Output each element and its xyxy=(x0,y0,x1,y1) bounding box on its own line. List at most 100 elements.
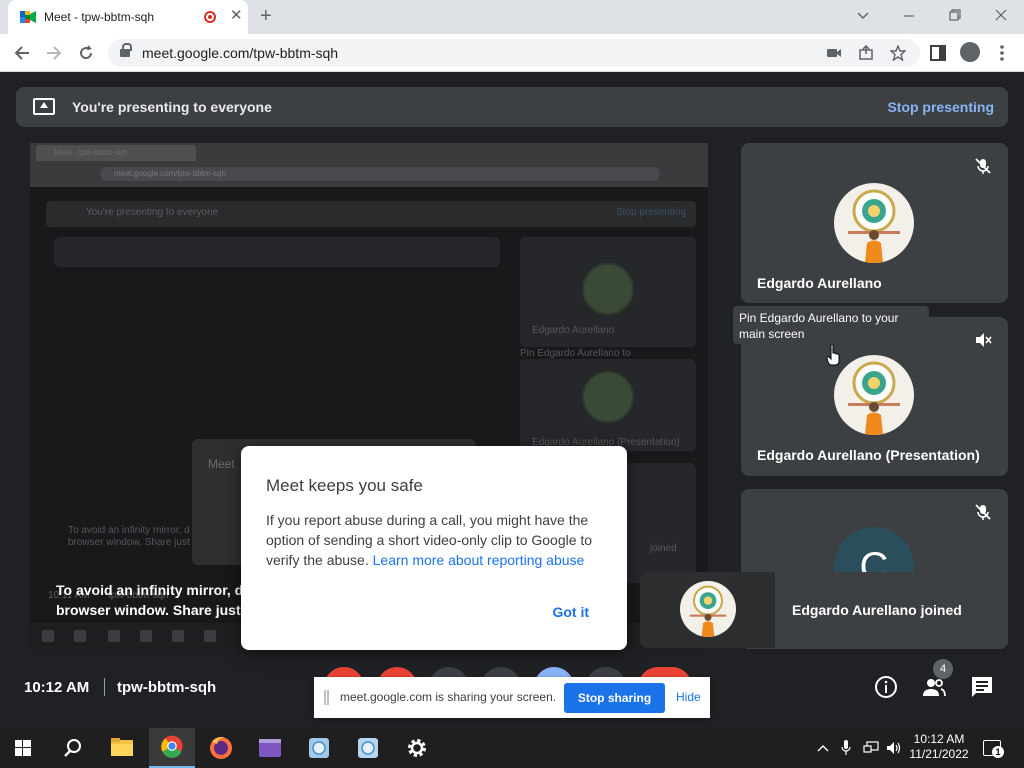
hide-sharing-bar-button[interactable]: Hide xyxy=(676,690,701,704)
participant-avatar xyxy=(834,183,914,263)
toast-avatar xyxy=(680,581,736,637)
volume-off-icon xyxy=(976,333,992,347)
file-explorer-icon[interactable] xyxy=(99,728,145,768)
system-clock[interactable]: 10:12 AM 11/21/2022 xyxy=(906,732,972,762)
mirror-main-area xyxy=(54,237,500,267)
url-text: meet.google.com/tpw-bbtm-sqh xyxy=(142,45,339,61)
mirror-tab-title: Meet - tpw-bbtm-sqh xyxy=(54,148,128,157)
infinity-mirror-warning: To avoid an infinity mirror, d browser w… xyxy=(56,580,243,620)
chat-icon[interactable] xyxy=(970,675,994,699)
video-editor-icon[interactable] xyxy=(247,728,293,768)
participant-name: Edgardo Aurellano xyxy=(757,275,882,291)
drag-handle-icon[interactable] xyxy=(324,690,329,705)
browser-tab-meet[interactable]: Meet - tpw-bbtm-sqh ✕ xyxy=(8,0,248,34)
microphone-icon[interactable] xyxy=(841,740,851,756)
more-vert-icon[interactable] xyxy=(999,44,1005,62)
side-panel-icon[interactable] xyxy=(930,45,946,61)
browser-tab-title: Meet - tpw-bbtm-sqh xyxy=(44,10,155,24)
windows-taskbar: 10:12 AM 11/21/2022 1 xyxy=(0,728,1024,768)
profile-avatar-icon[interactable] xyxy=(960,42,980,62)
mirror-banner-text: You're presenting to everyone xyxy=(86,207,219,218)
divider xyxy=(104,678,105,696)
restore-icon[interactable] xyxy=(948,8,962,22)
browser-toolbar: meet.google.com/tpw-bbtm-sqh xyxy=(0,34,1024,72)
share-icon[interactable] xyxy=(858,45,874,61)
browser-tab-strip: Meet - tpw-bbtm-sqh ✕ + xyxy=(0,0,1024,34)
google-meet-icon xyxy=(20,11,36,23)
infinity-mirror-warning-line1: To avoid an infinity mirror, d xyxy=(56,582,244,598)
bookmark-star-icon[interactable] xyxy=(890,45,906,61)
network-icon[interactable] xyxy=(863,741,879,755)
mirror-url: meet.google.com/tpw-bbtm-sqh xyxy=(114,169,227,178)
meeting-code: tpw-bbtm-sqh xyxy=(117,679,217,696)
mirror-dialog-title: Meet xyxy=(208,457,235,471)
toast-video xyxy=(640,572,775,648)
mirror-avatar xyxy=(582,263,634,315)
forward-arrow-icon[interactable] xyxy=(45,44,63,62)
mirror-tile-2: Edgardo Aurellano (Presentation) xyxy=(520,359,696,451)
network-tool-2-icon[interactable] xyxy=(345,728,391,768)
mirror-banner: You're presenting to everyone Stop prese… xyxy=(46,201,696,227)
toast-text: Edgardo Aurellano joined xyxy=(792,602,962,618)
mirror-joined: joined xyxy=(650,543,677,554)
address-bar[interactable]: meet.google.com/tpw-bbtm-sqh xyxy=(108,39,920,67)
search-icon[interactable] xyxy=(49,728,95,768)
lock-icon[interactable] xyxy=(120,43,132,58)
people-count-badge: 4 xyxy=(933,659,953,679)
info-icon[interactable] xyxy=(874,675,898,699)
screen-sharing-bar: meet.google.com is sharing your screen. … xyxy=(314,677,710,718)
mirror-address-bar: meet.google.com/tpw-bbtm-sqh xyxy=(100,167,660,181)
meet-call-view: You're presenting to everyone Stop prese… xyxy=(0,72,1024,728)
network-tool-icon[interactable] xyxy=(296,728,342,768)
church-logo-icon xyxy=(848,189,900,263)
meeting-clock: 10:12 AM xyxy=(24,679,90,696)
mirror-taskbar-icon xyxy=(42,630,54,642)
mirror-browser-chrome: Meet - tpw-bbtm-sqh meet.google.com/tpw-… xyxy=(30,143,708,187)
mirror-stop-text: Stop presenting xyxy=(615,207,686,218)
notification-count-badge: 1 xyxy=(992,746,1004,758)
windows-start-icon[interactable] xyxy=(0,728,46,768)
mirror-warning-2: browser window. Share just xyxy=(68,537,190,548)
chevron-up-icon[interactable] xyxy=(817,742,829,754)
participant-tile[interactable]: Edgardo Aurellano xyxy=(741,143,1008,303)
settings-gear-icon[interactable] xyxy=(394,728,440,768)
present-to-all-icon xyxy=(33,98,55,115)
mirror-taskbar-icon xyxy=(74,630,86,642)
church-logo-icon xyxy=(689,585,727,637)
firefox-icon[interactable] xyxy=(198,728,244,768)
close-tab-icon[interactable]: ✕ xyxy=(230,8,243,24)
mic-off-icon xyxy=(975,158,991,174)
back-arrow-icon[interactable] xyxy=(13,44,31,62)
safety-dialog: Meet keeps you safe If you report abuse … xyxy=(241,446,627,650)
mirror-taskbar-icon xyxy=(204,630,216,642)
church-logo-icon xyxy=(848,361,900,435)
learn-more-link[interactable]: Learn more about reporting abuse xyxy=(373,552,585,568)
camera-in-use-icon[interactable] xyxy=(826,46,842,60)
mirror-avatar xyxy=(582,371,634,423)
stop-presenting-button[interactable]: Stop presenting xyxy=(887,99,994,115)
speaker-icon[interactable] xyxy=(886,741,902,755)
minimize-icon[interactable] xyxy=(902,9,916,23)
stop-sharing-button[interactable]: Stop sharing xyxy=(564,683,665,713)
mouse-cursor-icon xyxy=(826,344,840,366)
pin-tooltip: Pin Edgardo Aurellano to your main scree… xyxy=(733,306,929,344)
infinity-mirror-warning-line2: browser window. Share just xyxy=(56,602,241,618)
presenting-banner-text: You're presenting to everyone xyxy=(72,99,272,115)
reload-icon[interactable] xyxy=(77,44,95,62)
mirror-name-1: Edgardo Aurellano xyxy=(532,325,615,336)
system-time: 10:12 AM xyxy=(913,732,965,746)
sharing-message: meet.google.com is sharing your screen. xyxy=(340,690,557,704)
recording-indicator-icon xyxy=(204,11,216,23)
presenting-banner: You're presenting to everyone Stop prese… xyxy=(16,87,1008,127)
got-it-button[interactable]: Got it xyxy=(552,604,589,620)
close-window-icon[interactable] xyxy=(994,8,1008,22)
participant-name: Edgardo Aurellano (Presentation) xyxy=(757,447,980,463)
chevron-down-icon[interactable] xyxy=(856,9,870,23)
system-date: 11/21/2022 xyxy=(909,747,969,761)
mirror-tile-1: Edgardo Aurellano xyxy=(520,237,696,347)
mirror-tab: Meet - tpw-bbtm-sqh xyxy=(36,145,196,161)
new-tab-button[interactable]: + xyxy=(260,5,272,27)
mirror-taskbar-icon xyxy=(172,630,184,642)
chrome-icon[interactable] xyxy=(149,728,195,768)
mirror-taskbar-icon xyxy=(140,630,152,642)
